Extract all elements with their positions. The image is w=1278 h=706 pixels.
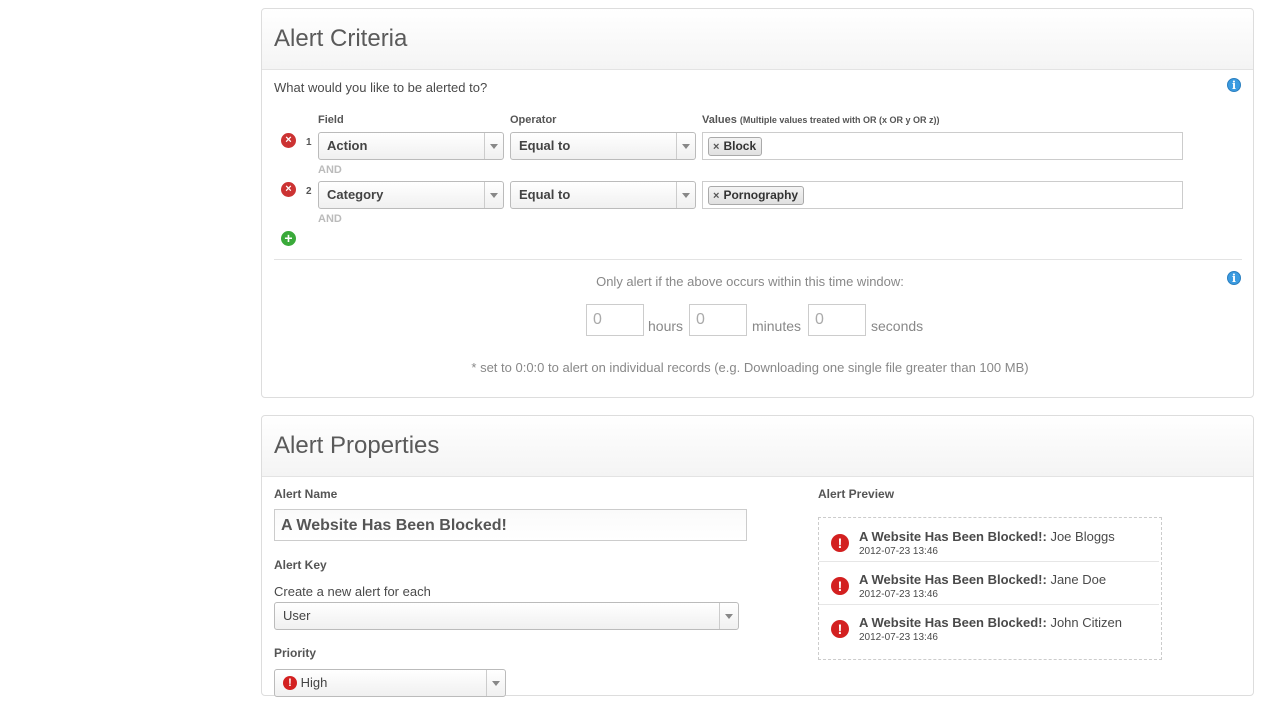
alert-icon: ! <box>831 577 849 595</box>
alert-icon: ! <box>831 534 849 552</box>
divider <box>274 259 1242 260</box>
criteria-question: What would you like to be alerted to? <box>274 80 488 95</box>
alert-preview-box: ! A Website Has Been Blocked!: Joe Blogg… <box>818 517 1162 660</box>
preview-item-time: 2012-07-23 13:46 <box>859 589 938 600</box>
alert-criteria-header: Alert Criteria <box>262 9 1253 70</box>
field-select-value: Category <box>327 187 384 202</box>
alert-name-value: A Website Has Been Blocked! <box>281 517 507 534</box>
values-header-note: (Multiple values treated with OR (x OR y… <box>739 115 940 125</box>
time-window-note: * set to 0:0:0 to alert on individual re… <box>471 360 1029 375</box>
alert-properties-header: Alert Properties <box>262 416 1253 477</box>
hours-input[interactable]: 0 <box>586 304 644 336</box>
preview-item-user: Joe Bloggs <box>1050 529 1115 544</box>
priority-value: High <box>300 675 328 690</box>
chevron-down-icon <box>484 133 503 159</box>
preview-item-title: A Website Has Been Blocked!: <box>859 529 1047 544</box>
value-tag: × Pornography <box>708 186 805 205</box>
field-header: Field <box>318 114 344 126</box>
preview-item: ! A Website Has Been Blocked!: John Citi… <box>819 604 1159 647</box>
alert-criteria-title: Alert Criteria <box>274 25 408 52</box>
alert-criteria-panel: Alert Criteria What would you like to be… <box>261 8 1254 398</box>
add-condition-icon[interactable]: + <box>281 231 296 246</box>
chevron-down-icon <box>676 133 695 159</box>
preview-item-title: A Website Has Been Blocked!: <box>859 615 1047 630</box>
seconds-label: seconds <box>871 318 924 334</box>
info-icon[interactable]: i <box>1227 78 1241 92</box>
remove-condition-icon[interactable]: × <box>281 133 296 148</box>
value-tag-label: Pornography <box>723 188 799 202</box>
chevron-down-icon <box>676 182 695 208</box>
priority-select[interactable]: ! High <box>274 669 506 697</box>
values-input[interactable]: × Pornography <box>702 181 1183 209</box>
operator-select[interactable]: Equal to <box>510 132 696 160</box>
alert-key-label: Alert Key <box>274 558 327 572</box>
operator-select-value: Equal to <box>519 138 571 153</box>
alert-key-value: User <box>283 608 311 623</box>
alert-key-help: Create a new alert for each <box>274 584 431 599</box>
and-connector: AND <box>318 164 342 176</box>
preview-item-user: John Citizen <box>1050 615 1122 630</box>
operator-select-value: Equal to <box>519 187 571 202</box>
alert-name-input[interactable]: A Website Has Been Blocked! <box>274 509 747 541</box>
priority-high-icon: ! <box>283 676 297 690</box>
condition-number: 1 <box>306 137 312 148</box>
time-window-text: Only alert if the above occurs within th… <box>596 274 904 289</box>
alert-key-select[interactable]: User <box>274 602 739 630</box>
preview-item-user: Jane Doe <box>1050 572 1107 587</box>
priority-label: Priority <box>274 646 317 660</box>
preview-item-text: A Website Has Been Blocked!: Joe Bloggs <box>859 529 1115 544</box>
hours-label: hours <box>648 318 684 334</box>
preview-item: ! A Website Has Been Blocked!: Jane Doe … <box>819 561 1159 605</box>
field-select[interactable]: Category <box>318 181 504 209</box>
alert-preview-label: Alert Preview <box>818 487 895 501</box>
chevron-down-icon <box>719 603 738 629</box>
values-header: Values (Multiple values treated with OR … <box>702 114 939 126</box>
and-connector: AND <box>318 213 342 225</box>
condition-number: 2 <box>306 186 312 197</box>
value-tag: × Block <box>708 137 763 156</box>
preview-item: ! A Website Has Been Blocked!: Joe Blogg… <box>819 518 1159 562</box>
remove-tag-icon[interactable]: × <box>713 141 719 153</box>
alert-properties-title: Alert Properties <box>274 432 440 459</box>
alert-name-label: Alert Name <box>274 487 338 501</box>
minutes-input[interactable]: 0 <box>689 304 747 336</box>
operator-header: Operator <box>510 114 557 126</box>
field-select-value: Action <box>327 138 368 153</box>
remove-condition-icon[interactable]: × <box>281 182 296 197</box>
field-select[interactable]: Action <box>318 132 504 160</box>
preview-item-time: 2012-07-23 13:46 <box>859 632 938 643</box>
preview-item-text: A Website Has Been Blocked!: John Citize… <box>859 615 1122 630</box>
value-tag-label: Block <box>723 139 757 153</box>
values-input[interactable]: × Block <box>702 132 1183 160</box>
alert-properties-panel: Alert Properties Alert Name A Website Ha… <box>261 415 1254 697</box>
alert-icon: ! <box>831 620 849 638</box>
preview-item-text: A Website Has Been Blocked!: Jane Doe <box>859 572 1106 587</box>
operator-select[interactable]: Equal to <box>510 181 696 209</box>
chevron-down-icon <box>486 670 505 696</box>
seconds-input[interactable]: 0 <box>808 304 866 336</box>
values-header-label: Values <box>702 114 737 126</box>
preview-item-time: 2012-07-23 13:46 <box>859 546 938 557</box>
minutes-label: minutes <box>752 318 802 334</box>
remove-tag-icon[interactable]: × <box>713 190 719 202</box>
chevron-down-icon <box>484 182 503 208</box>
preview-item-title: A Website Has Been Blocked!: <box>859 572 1047 587</box>
